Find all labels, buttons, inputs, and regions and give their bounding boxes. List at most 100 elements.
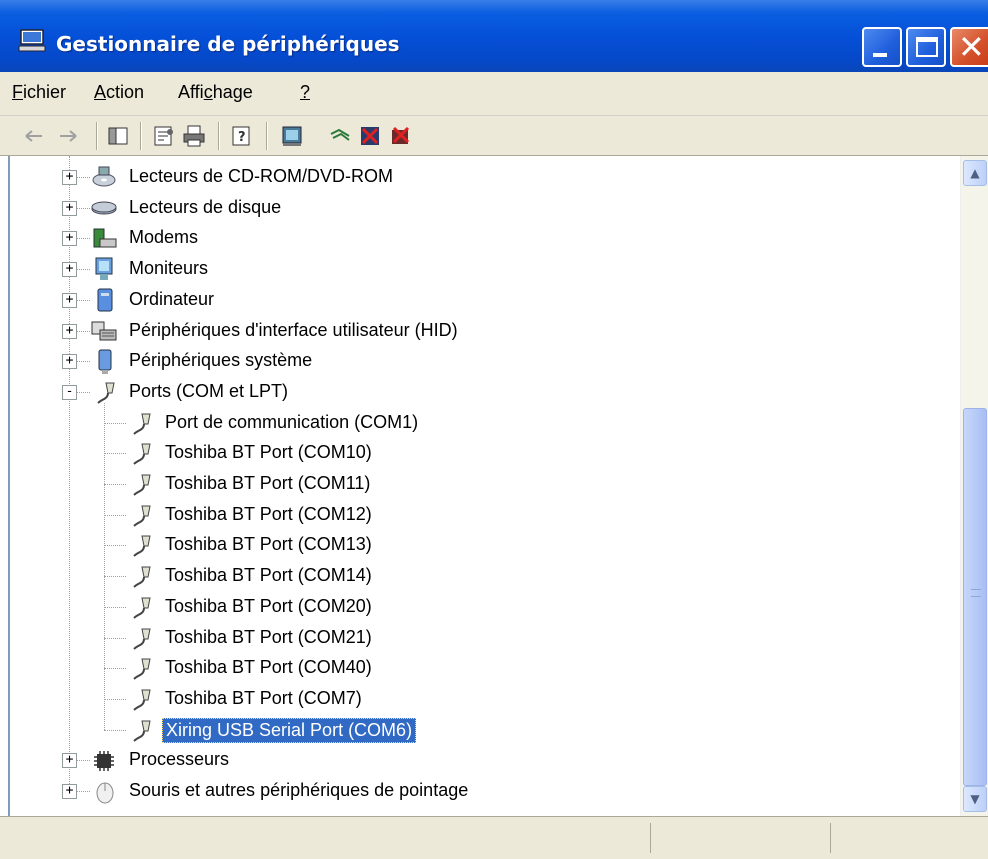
tree-connector: [104, 698, 126, 700]
toolbar-separator: [266, 122, 268, 150]
expand-button[interactable]: +: [62, 231, 77, 247]
tree-item-label[interactable]: Toshiba BT Port (COM13): [162, 533, 375, 556]
expand-button[interactable]: +: [62, 200, 77, 216]
tree-connector: [104, 514, 126, 516]
mouse-icon: [96, 782, 114, 804]
port-icon: [133, 535, 151, 558]
scroll-up-button[interactable]: ▲: [963, 160, 987, 186]
cdrom-icon: [92, 166, 116, 187]
svg-text:?: ?: [238, 130, 246, 145]
port-icon: [97, 382, 115, 404]
port-icon: [133, 505, 151, 527]
tree-item-label[interactable]: Modems: [126, 226, 201, 249]
scroll-thumb[interactable]: [963, 408, 987, 786]
modem-icon: [93, 228, 117, 248]
port-icon: [133, 658, 151, 680]
grip-icon: [971, 589, 981, 597]
tree-connector: [104, 576, 126, 578]
tree-item-label[interactable]: Toshiba BT Port (COM21): [162, 626, 375, 649]
tree-connector: [104, 545, 126, 547]
show-hide-tree-icon[interactable]: [106, 124, 130, 148]
menu-help[interactable]: ?: [300, 82, 310, 103]
tree-item-label[interactable]: Toshiba BT Port (COM11): [162, 472, 373, 495]
toolbar-separator: [140, 122, 142, 150]
tree-connector: [104, 606, 126, 608]
maximize-button[interactable]: [906, 27, 946, 67]
port-icon: [133, 720, 151, 742]
tree-item-label[interactable]: Toshiba BT Port (COM7): [162, 687, 365, 710]
help-icon[interactable]: ?: [230, 124, 254, 148]
tree-item-label[interactable]: Toshiba BT Port (COM12): [162, 503, 375, 526]
vertical-scrollbar[interactable]: ▲ ▼: [960, 156, 988, 816]
tree-item-label[interactable]: Xiring USB Serial Port (COM6): [162, 717, 417, 743]
device-manager-icon: [18, 29, 46, 52]
port-icon: [133, 628, 151, 650]
minimize-button[interactable]: [862, 27, 902, 67]
properties-icon[interactable]: [152, 124, 176, 148]
expand-button[interactable]: +: [62, 784, 77, 799]
device-tree[interactable]: + Lecteurs de CD-ROM/DVD-ROM + Lecteurs de …: [8, 156, 960, 816]
status-bar: [0, 816, 988, 859]
window-title: Gestionnaire de périphériques: [56, 32, 400, 56]
tree-connector: [104, 453, 126, 455]
expand-button[interactable]: +: [62, 323, 77, 339]
toolbar-separator: [96, 122, 98, 150]
port-icon: [133, 566, 151, 588]
tree-connector: [104, 484, 126, 485]
expand-button[interactable]: +: [62, 354, 77, 370]
port-icon: [133, 443, 151, 466]
tree-item-label[interactable]: Lecteurs de disque: [126, 196, 284, 219]
tree-connector: [104, 637, 126, 639]
monitor-icon: [95, 257, 113, 281]
tree-item-label[interactable]: Toshiba BT Port (COM14): [162, 564, 375, 587]
port-icon: [133, 474, 151, 496]
expand-button[interactable]: +: [62, 262, 77, 278]
close-icon: ✕: [958, 28, 985, 66]
uninstall-icon[interactable]: [358, 124, 382, 148]
tree-item-label[interactable]: Ports (COM et LPT): [126, 380, 291, 403]
close-button[interactable]: ✕: [950, 27, 988, 67]
computer-icon: [97, 288, 113, 312]
expand-button[interactable]: +: [62, 170, 77, 185]
title-bar[interactable]: Gestionnaire de périphériques ✕: [0, 0, 988, 72]
status-pane: [830, 823, 831, 853]
scroll-down-button[interactable]: ▼: [963, 786, 987, 812]
back-arrow-icon[interactable]: [22, 124, 46, 148]
tree-connector: [104, 402, 105, 730]
tree-connector: [104, 668, 126, 670]
disk-drive-icon: [91, 201, 117, 215]
update-driver-icon[interactable]: [328, 124, 352, 148]
tree-item-label[interactable]: Processeurs: [126, 748, 232, 771]
system-device-icon: [98, 349, 112, 375]
scan-hardware-icon[interactable]: [280, 124, 304, 148]
tree-item-label[interactable]: Toshiba BT Port (COM20): [162, 595, 375, 618]
port-icon: [133, 413, 151, 435]
collapse-button[interactable]: -: [62, 384, 77, 400]
port-icon: [133, 689, 151, 711]
status-pane: [650, 823, 651, 853]
toolbar-separator: [218, 122, 220, 150]
tree-item-label[interactable]: Toshiba BT Port (COM10): [162, 441, 375, 464]
tree-item-label[interactable]: Ordinateur: [126, 288, 217, 311]
tree-item-label[interactable]: Port de communication (COM1): [162, 411, 421, 434]
tree-item-label[interactable]: Périphériques d'interface utilisateur (H…: [126, 319, 461, 342]
menu-action[interactable]: Action: [94, 82, 144, 103]
tree-connector: [104, 729, 126, 731]
tree-connector: [104, 422, 126, 424]
print-icon[interactable]: [182, 124, 206, 148]
tree-item-label[interactable]: Moniteurs: [126, 257, 211, 280]
hid-icon: [91, 321, 117, 340]
toolbar: ?: [0, 116, 988, 156]
tree-item-label[interactable]: Lecteurs de CD-ROM/DVD-ROM: [126, 165, 396, 188]
processor-icon: [94, 751, 114, 772]
menu-fichier[interactable]: Fichier: [12, 82, 66, 103]
expand-button[interactable]: +: [62, 292, 77, 308]
tree-item-label[interactable]: Toshiba BT Port (COM40): [162, 656, 375, 679]
forward-arrow-icon[interactable]: [56, 124, 80, 148]
disable-icon[interactable]: [388, 124, 412, 148]
tree-item-label[interactable]: Périphériques système: [126, 349, 315, 372]
expand-button[interactable]: +: [62, 753, 77, 769]
tree-item-label[interactable]: Souris et autres périphériques de pointa…: [126, 779, 471, 802]
port-icon: [133, 597, 151, 619]
menu-affichage[interactable]: Affichage: [178, 82, 253, 103]
